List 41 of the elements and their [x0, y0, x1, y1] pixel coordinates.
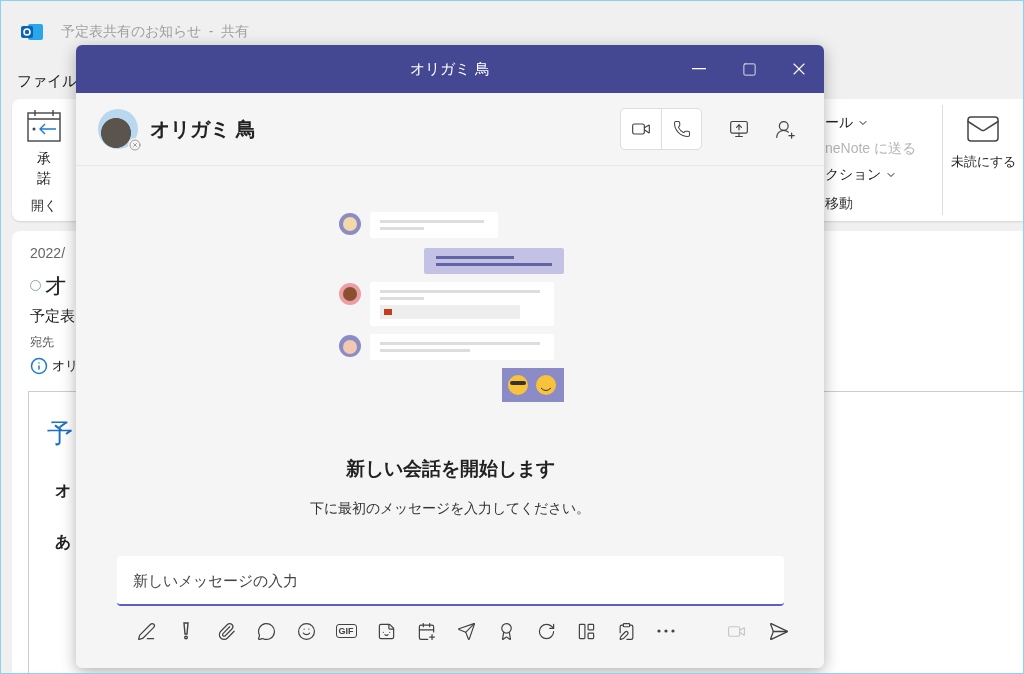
mark-unread-button[interactable]: 未読にする [943, 99, 1023, 221]
body-text: あ [55, 532, 72, 552]
empty-state-text: 下に最初のメッセージを入力してください。 [310, 500, 590, 518]
to-label: 宛先 [30, 334, 55, 351]
recipient-name: オリ [52, 357, 78, 375]
message-title: 予定表 [30, 307, 76, 326]
rotate-icon [536, 621, 556, 641]
group-label: 開く [31, 197, 57, 215]
ribbon-action[interactable]: クション [825, 166, 897, 184]
ribbon-action[interactable]: ール [825, 114, 869, 132]
send-icon [767, 620, 789, 642]
speech-bubble-icon [256, 621, 276, 641]
share-screen-icon [729, 119, 749, 139]
more-icon [657, 629, 675, 633]
menu-item[interactable]: ファイル [17, 71, 77, 91]
maximize-icon [741, 61, 757, 77]
body-text: オ [55, 481, 72, 501]
minimize-icon [692, 68, 706, 70]
window-title: 予定表共有のお知らせ - 共有 [61, 23, 250, 41]
accept-button[interactable]: 承諾 [26, 109, 62, 189]
outlook-logo-icon [21, 22, 43, 42]
body-heading: 予 [47, 417, 73, 450]
message-subject: オ [44, 270, 69, 300]
gif-button[interactable]: GIF [329, 614, 363, 648]
calendar-plus-icon [416, 621, 436, 641]
chat-window-title: オリガミ 鳥 [410, 59, 490, 79]
paperclip-icon [216, 621, 236, 641]
add-person-icon [774, 118, 796, 140]
paper-plane-icon [456, 621, 476, 641]
phone-icon [672, 120, 691, 138]
smiley-icon [296, 621, 316, 641]
message-date: 2022/ [30, 245, 67, 261]
empty-state-heading: 新しい会話を開始します [345, 457, 555, 481]
panels-icon [576, 621, 596, 641]
format-pen-icon [136, 621, 156, 641]
contact-name: オリガミ 鳥 [150, 116, 257, 142]
group-label: 移動 [825, 195, 853, 213]
message-input[interactable]: 新しいメッセージの入力 [116, 556, 784, 606]
avatar [98, 109, 138, 149]
info-icon [30, 357, 48, 375]
sticker-icon [376, 621, 396, 641]
